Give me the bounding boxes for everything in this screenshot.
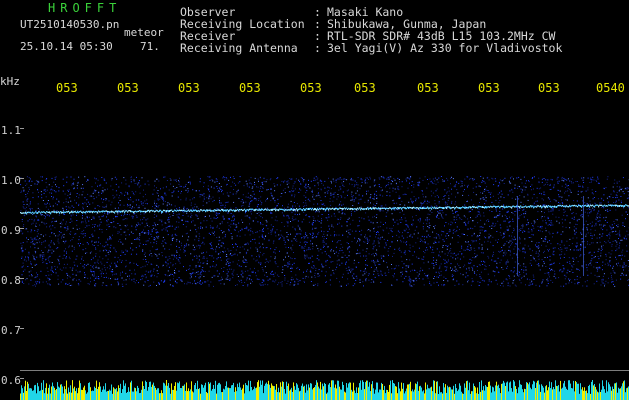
time-label: 053: [300, 81, 322, 95]
time-label: 053: [538, 81, 560, 95]
y-tick-label: 0.9: [1, 224, 21, 237]
info-label-antenna: Receiving Antenna: [180, 41, 298, 55]
spectrogram-plot: [20, 128, 629, 400]
time-label: 053: [56, 81, 78, 95]
mode-label: meteor: [124, 26, 164, 39]
y-tick-label: 0.7: [1, 324, 21, 337]
y-tick-label: 1.1: [1, 124, 21, 137]
info-separator: :: [314, 41, 321, 55]
time-label: 053: [354, 81, 376, 95]
datetime-label: 25.10.14 05:30: [20, 40, 113, 53]
file-name: UT2510140530.pn: [20, 18, 120, 31]
bottom-band: [20, 380, 629, 400]
time-label: 0540: [596, 81, 625, 95]
info-value-antenna: 3el Yagi(V) Az 330 for Vladivostok: [327, 41, 563, 55]
y-axis-ticks: [20, 128, 24, 379]
time-label: 053: [478, 81, 500, 95]
y-tick-label: 1.0: [1, 174, 21, 187]
time-label: 053: [239, 81, 261, 95]
noise-field: [20, 176, 629, 287]
baseline-divider: [20, 370, 629, 371]
time-label: 053: [417, 81, 439, 95]
count-label: 71.: [140, 40, 160, 53]
time-label: 053: [117, 81, 139, 95]
y-tick-label: 0.8: [1, 274, 21, 287]
time-label: 053: [178, 81, 200, 95]
y-tick-label: 0.6: [1, 374, 21, 387]
frequency-unit-label: kHz: [0, 75, 20, 88]
app-brand: HROFFT: [48, 1, 122, 15]
